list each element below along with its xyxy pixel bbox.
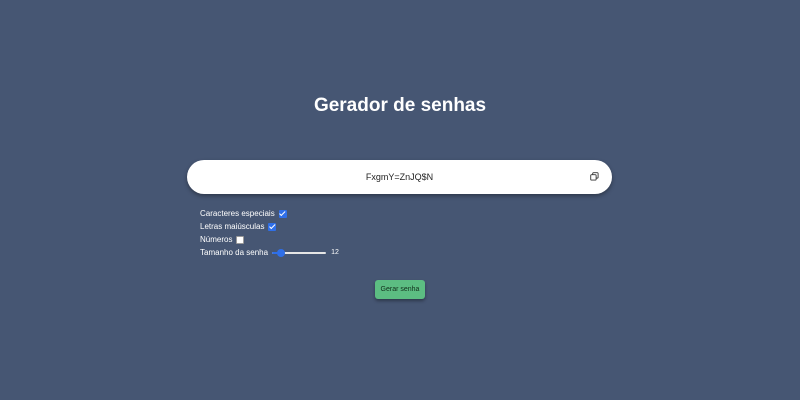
- password-value: FxgmY=ZnJQ$N: [365, 172, 434, 182]
- slider-thumb[interactable]: [277, 248, 286, 257]
- uppercase-label: Letras maiúsculas: [200, 222, 265, 231]
- length-label: Tamanho da senha: [200, 248, 269, 257]
- length-value: 12: [331, 249, 339, 256]
- option-numbers: Números: [200, 233, 339, 246]
- page-title: Gerador de senhas: [313, 95, 487, 116]
- copy-icon[interactable]: [590, 172, 599, 181]
- options-panel: Caracteres especiais Letras maiúsculas N…: [200, 207, 339, 259]
- length-slider[interactable]: [272, 248, 327, 257]
- option-uppercase: Letras maiúsculas: [200, 220, 339, 233]
- uppercase-checkbox[interactable]: [268, 222, 277, 231]
- special-chars-checkbox[interactable]: [278, 209, 287, 218]
- numbers-checkbox[interactable]: [236, 235, 245, 244]
- special-chars-label: Caracteres especiais: [200, 209, 275, 218]
- generate-password-button[interactable]: Gerar senha: [375, 280, 425, 299]
- numbers-label: Números: [200, 235, 233, 244]
- option-length: Tamanho da senha 12: [200, 246, 339, 259]
- password-display: FxgmY=ZnJQ$N: [187, 160, 612, 194]
- option-special-chars: Caracteres especiais: [200, 207, 339, 220]
